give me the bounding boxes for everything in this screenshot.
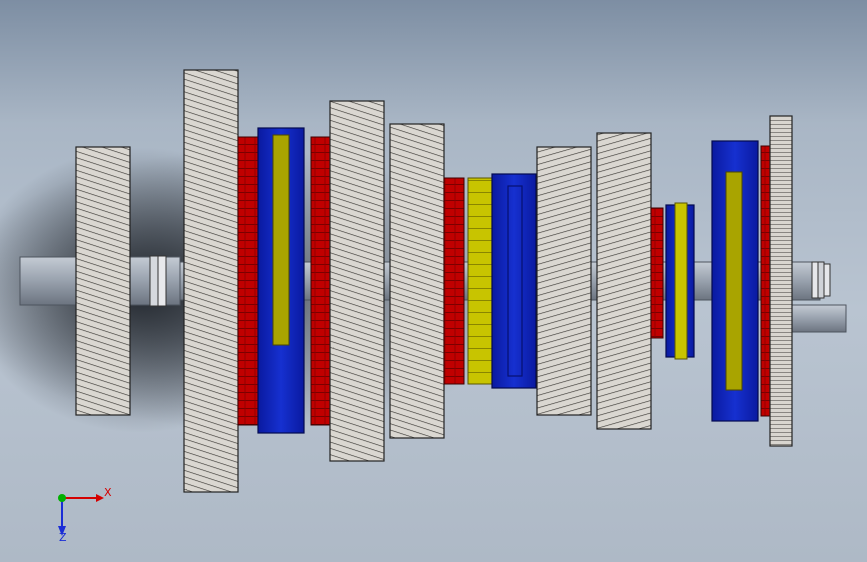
synchronizer-hub-3[interactable]: [665, 202, 695, 360]
x-axis-label: X: [104, 486, 112, 499]
output-shaft[interactable]: [789, 304, 847, 333]
gear-6[interactable]: [596, 132, 652, 430]
gear-1[interactable]: [75, 146, 131, 416]
z-axis-label: Z: [59, 531, 67, 544]
synchronizer-hub-1[interactable]: [257, 127, 305, 434]
gear-3[interactable]: [329, 100, 385, 462]
y-axis-dot: [58, 494, 66, 502]
gear-2[interactable]: [183, 69, 239, 493]
gear-assembly-model[interactable]: [0, 0, 867, 562]
dog-clutch-ring-2[interactable]: [310, 136, 332, 426]
synchronizer-hub-2[interactable]: [491, 173, 537, 389]
gear-4[interactable]: [389, 123, 445, 439]
synchronizer-hub-4[interactable]: [711, 140, 759, 422]
coordinate-triad: X Z: [48, 482, 118, 544]
shaft-collar: [149, 255, 167, 307]
dog-clutch-ring-1[interactable]: [237, 136, 259, 426]
graphics-viewport[interactable]: X Z: [0, 0, 867, 562]
gear-7[interactable]: [769, 115, 793, 447]
gear-5[interactable]: [536, 146, 592, 416]
x-axis-arrowhead: [96, 494, 104, 502]
dog-clutch-ring-3[interactable]: [443, 177, 465, 385]
dog-clutch-ring-4[interactable]: [650, 207, 664, 339]
synchro-sleeve-2[interactable]: [467, 177, 493, 385]
end-nut: [811, 261, 831, 299]
